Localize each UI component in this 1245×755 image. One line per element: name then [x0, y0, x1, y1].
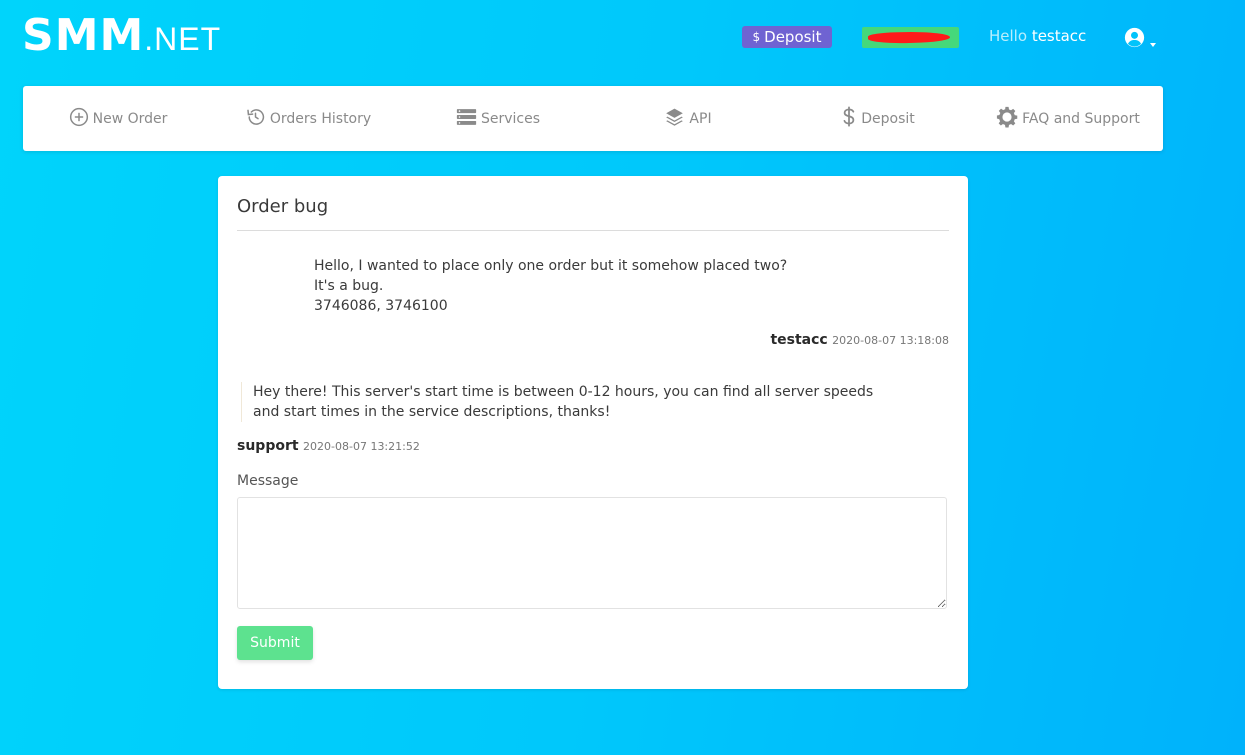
greeting-text: Hello	[989, 27, 1028, 45]
server-icon	[456, 108, 477, 130]
message-line: 3746086, 3746100	[314, 298, 448, 314]
message-textarea[interactable]	[237, 497, 947, 609]
message-timestamp: 2020-08-07 13:18:08	[832, 334, 949, 347]
chevron-down-icon	[1150, 42, 1156, 47]
user-greeting: Hello testacc	[989, 27, 1086, 45]
message-line: and start times in the service descripti…	[253, 404, 611, 420]
balance-badge[interactable]	[862, 27, 959, 48]
message-label: Message	[237, 473, 299, 489]
divider	[237, 230, 949, 231]
ticket-card: Order bug Hello, I wanted to place only …	[218, 176, 968, 689]
nav-label: FAQ and Support	[1022, 110, 1140, 127]
nav-item-orders-history[interactable]: Orders History	[213, 86, 403, 151]
submit-button[interactable]: Submit	[237, 626, 313, 660]
nav-item-api[interactable]: API	[593, 86, 783, 151]
nav-label: Deposit	[861, 110, 915, 127]
history-icon	[245, 107, 266, 131]
nav-label: New Order	[92, 110, 168, 127]
dollar-icon	[841, 106, 857, 131]
user-message: Hello, I wanted to place only one order …	[314, 256, 787, 316]
message-author: support	[237, 438, 299, 454]
message-line: Hello, I wanted to place only one order …	[314, 258, 788, 274]
message-timestamp: 2020-08-07 13:21:52	[303, 440, 420, 453]
message-line: Hey there! This server's start time is b…	[253, 384, 874, 400]
dollar-icon: $	[752, 30, 761, 44]
message-author: testacc	[770, 332, 828, 348]
site-logo[interactable]: SMM .NET	[22, 10, 221, 61]
logo-suffix: .NET	[144, 21, 222, 57]
ticket-subject: Order bug	[237, 196, 329, 217]
username: testacc	[1031, 27, 1087, 45]
message-line: It's a bug.	[314, 278, 384, 294]
nav-label: Orders History	[269, 110, 372, 127]
nav-item-new-order[interactable]: New Order	[23, 86, 213, 151]
header-deposit-label: Deposit	[764, 28, 822, 46]
nav-label: API	[689, 110, 712, 127]
user-circle-icon	[1124, 27, 1145, 52]
support-message: Hey there! This server's start time is b…	[241, 382, 873, 422]
nav-item-services[interactable]: Services	[403, 86, 593, 151]
gear-icon	[996, 106, 1018, 132]
user-menu-toggle[interactable]	[1124, 27, 1156, 52]
user-message-meta: testacc 2020-08-07 13:18:08	[770, 332, 949, 348]
redaction-mark	[867, 31, 951, 44]
header-deposit-button[interactable]: $ Deposit	[742, 26, 832, 48]
logo-text: SMM	[22, 10, 145, 61]
nav-label: Services	[480, 110, 541, 127]
main-nav: New Order Orders History Services API De…	[23, 86, 1163, 151]
support-message-meta: support 2020-08-07 13:21:52	[237, 438, 420, 454]
layers-icon	[664, 107, 685, 131]
plus-circle-icon	[69, 107, 89, 131]
nav-item-deposit[interactable]: Deposit	[783, 86, 973, 151]
nav-item-faq-support[interactable]: FAQ and Support	[973, 86, 1163, 151]
